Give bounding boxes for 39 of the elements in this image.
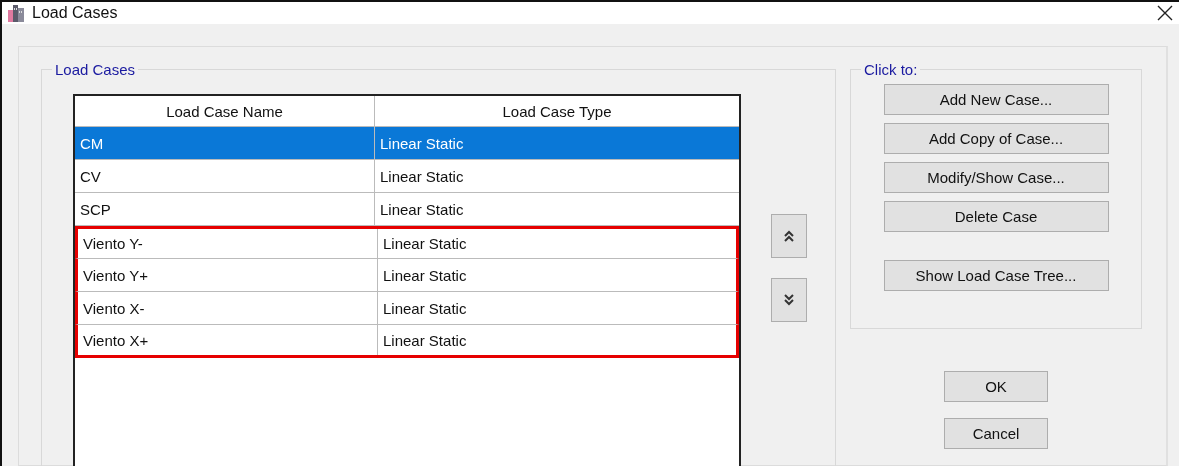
table-cell-text: Linear Static [379, 133, 465, 154]
table-cell-text: Linear Static [382, 234, 468, 254]
table-cell-text: Linear Static [379, 166, 465, 187]
table-cell-text: Linear Static [382, 330, 468, 351]
table-cell-text: Linear Static [382, 265, 468, 286]
table-row[interactable]: Viento Y- Linear Static [75, 226, 739, 259]
table-cell: Viento Y- [78, 229, 378, 258]
table-cell: Viento Y+ [78, 259, 378, 291]
action-button[interactable]: Modify/Show Case... [883, 162, 1109, 193]
group-title: Load Cases [54, 61, 137, 78]
buildings-icon [8, 4, 26, 22]
dialog-button[interactable]: OK [944, 371, 1048, 402]
table-cell: Viento X+ [78, 325, 378, 355]
table-row[interactable]: Viento X- Linear Static [75, 292, 739, 325]
table-row[interactable]: CV Linear Static [75, 160, 739, 193]
table-cell: Viento X- [78, 292, 378, 324]
table-cell: SCP [75, 193, 375, 225]
action-button[interactable]: Delete Case [883, 201, 1109, 232]
column-header[interactable]: Load Case Type [375, 96, 739, 126]
dialog-button[interactable]: Cancel [944, 418, 1048, 449]
show-tree-button[interactable]: Show Load Case Tree... [883, 260, 1109, 291]
move-down-button[interactable] [771, 278, 807, 322]
column-header[interactable]: Load Case Name [75, 96, 375, 126]
close-icon[interactable] [1157, 5, 1173, 21]
move-up-button[interactable] [771, 214, 807, 258]
group-title: Click to: [863, 61, 919, 78]
action-button[interactable]: Add New Case... [883, 84, 1109, 115]
double-chevron-up-icon [784, 230, 794, 242]
table-cell: CV [75, 160, 375, 192]
table-cell: CM [75, 127, 375, 159]
double-chevron-down-icon [784, 294, 794, 306]
table-row[interactable]: Viento X+ Linear Static [75, 325, 739, 358]
table-cell-text: Linear Static [382, 298, 468, 319]
table-row[interactable]: CM Linear Static [75, 127, 739, 160]
window-title: Load Cases [32, 4, 119, 22]
table-cell-text: Linear Static [379, 199, 465, 220]
action-button[interactable]: Add Copy of Case... [883, 123, 1109, 154]
table-row[interactable]: SCP Linear Static [75, 193, 739, 226]
table-row[interactable]: Viento Y+ Linear Static [75, 259, 739, 292]
